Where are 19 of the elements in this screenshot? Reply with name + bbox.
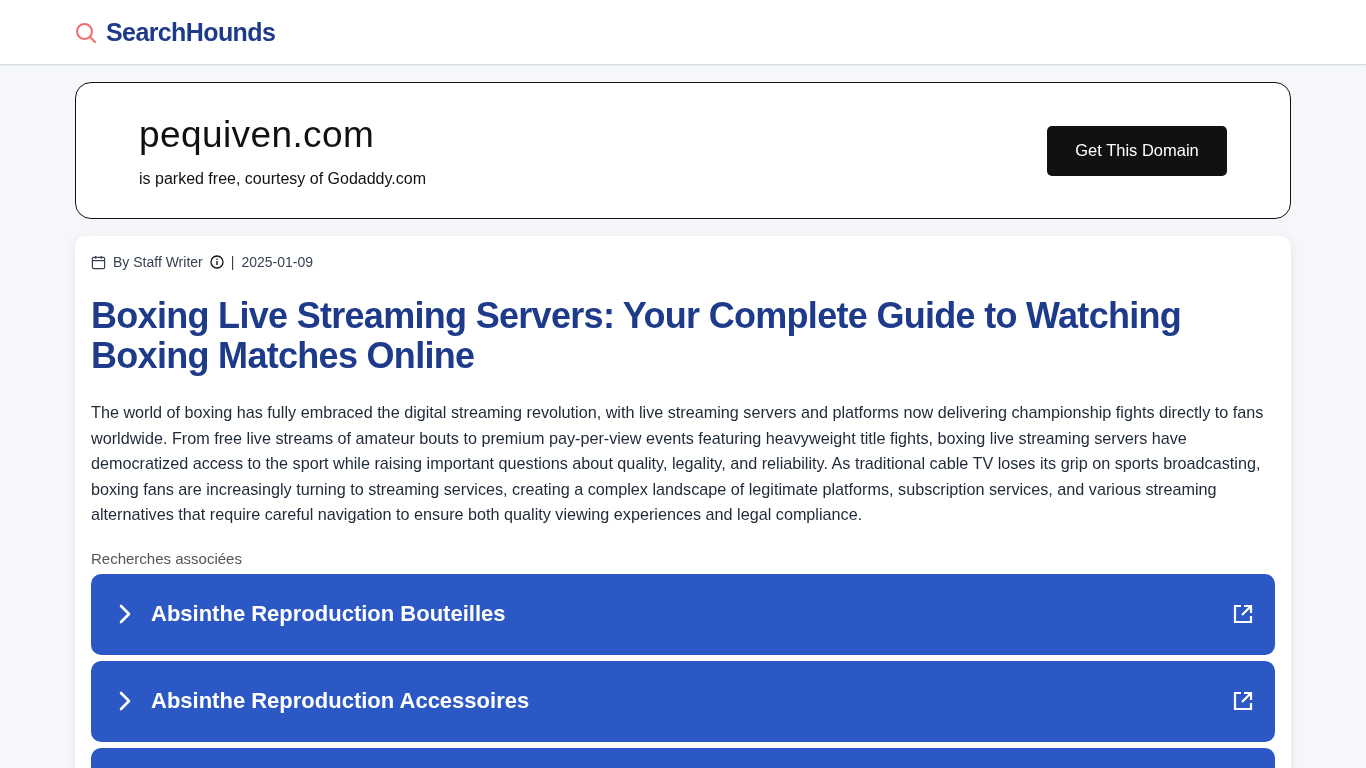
info-icon [209, 255, 224, 269]
brand-link[interactable]: SearchHounds [106, 17, 276, 47]
chevron-icon [118, 690, 132, 712]
external-link-icon [1233, 691, 1253, 711]
related-heading: Recherches associées [91, 549, 243, 567]
separator: | [230, 254, 235, 270]
domain-name: pequiven.com [139, 113, 376, 156]
calendar-icon [91, 254, 106, 270]
article-title: Boxing Live Streaming Servers: Your Complete Guide to Watching Boxing Matches Online [91, 296, 1183, 376]
related-search-link[interactable]: Absinthe Reproduction Bouteilles [91, 573, 1275, 655]
get-domain-button[interactable]: Get This Domain [1047, 125, 1227, 176]
external-link-icon [1233, 604, 1253, 624]
related-search-link[interactable]: Absinthe Reproduction Accessoires [91, 660, 1275, 742]
parked-note: is parked free, courtesy of Godaddy.com [139, 169, 426, 188]
article-body: The world of boxing has fully embraced the digital streaming revolution, with live streaming servers and platforms now delivering championship fights directly to fans worldwide. From free live streams of amateur bouts to premium pay-per-view events featuring heavyweight title fights, boxing live streaming servers have democratized access to the sport while raising important questions about quality, legality, and reliability. As traditional cable TV loses its grip on sports broadcasting, boxing fans are increasingly turning to streaming services, creating a complex landscape of legitimate platforms, subscription services, and various streaming alternatives that require careful navigation to ensure both quality viewing experiences and legal compliance. [91, 402, 1265, 525]
date: 2025-01-09 [241, 254, 313, 270]
search-icon [75, 22, 97, 44]
chevron-icon [118, 603, 132, 625]
author: By Staff Writer [113, 254, 203, 270]
